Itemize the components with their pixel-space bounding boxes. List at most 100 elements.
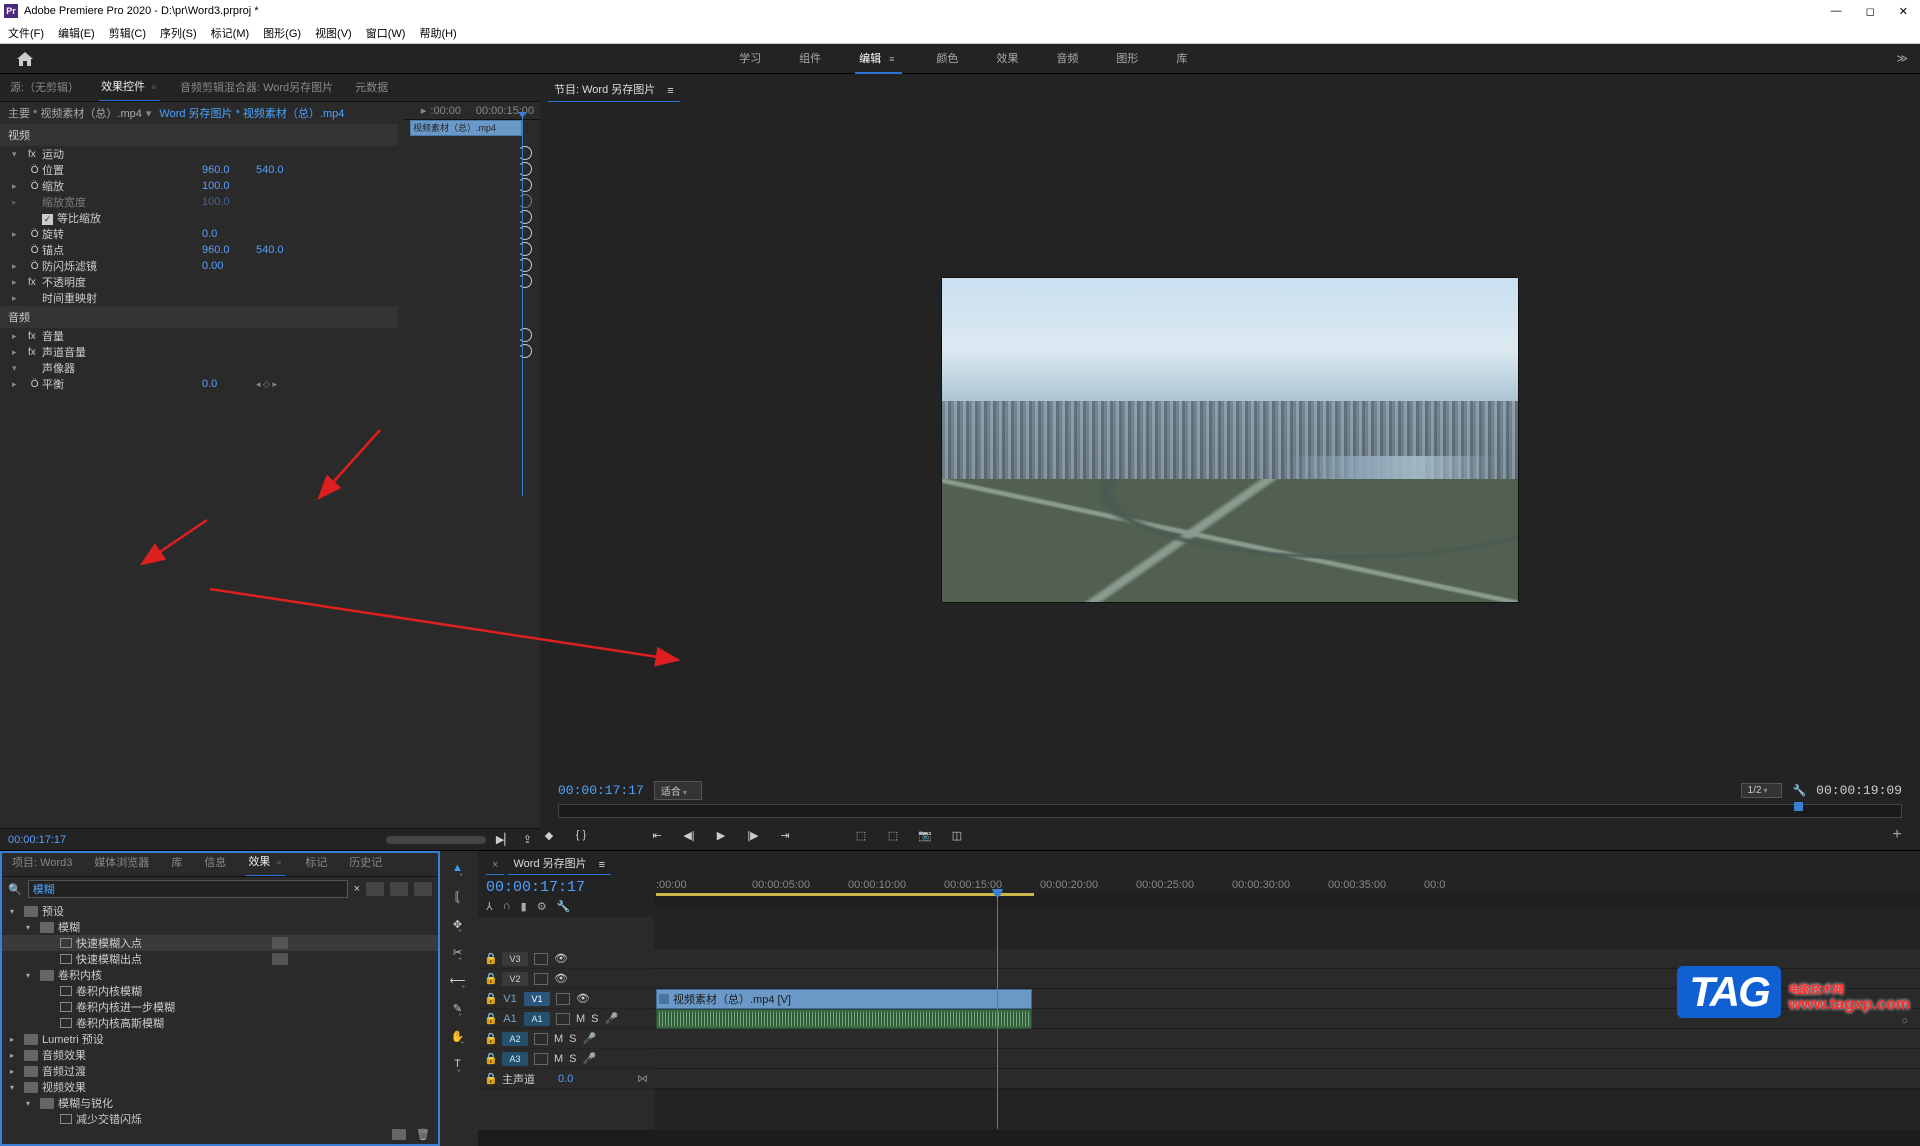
panel-tab[interactable]: 信息 xyxy=(202,850,228,876)
tool-button[interactable]: ✥▸ xyxy=(448,915,470,933)
panel-menu-icon[interactable]: ≡ xyxy=(593,856,611,875)
menu-item[interactable]: 文件(F) xyxy=(8,25,44,41)
lock-icon[interactable]: 🔒 xyxy=(484,1052,496,1065)
ec-channel-volume[interactable]: 声道音量 xyxy=(42,344,202,360)
32bit-filter-icon[interactable] xyxy=(390,882,408,896)
effects-preset[interactable]: 减少交错闪烁 xyxy=(2,1111,438,1124)
eye-icon[interactable]: 👁 xyxy=(576,992,588,1005)
lift-icon[interactable]: ⬚ xyxy=(852,829,870,842)
track-a3[interactable]: A3 xyxy=(502,1052,528,1066)
program-monitor[interactable] xyxy=(942,278,1518,602)
panel-menu-icon[interactable]: ≡ xyxy=(661,81,679,102)
tool-button[interactable]: ✋▸ xyxy=(448,1027,470,1045)
menu-item[interactable]: 帮助(H) xyxy=(419,25,456,41)
effects-preset[interactable]: 卷积内核进一步模糊 xyxy=(2,999,438,1015)
workspace-tab[interactable]: 学习 xyxy=(735,44,765,74)
zoom-bar[interactable] xyxy=(386,836,486,844)
clear-search-button[interactable]: × xyxy=(354,883,360,895)
menu-item[interactable]: 视图(V) xyxy=(315,25,352,41)
tool-button[interactable]: T▸ xyxy=(448,1055,470,1073)
step-back-icon[interactable]: ◀| xyxy=(680,829,698,842)
collapse-icon[interactable]: ⋈ xyxy=(637,1072,648,1085)
workspace-tab[interactable]: 库 xyxy=(1172,44,1191,74)
effects-folder[interactable]: ▸音频效果 xyxy=(2,1047,438,1063)
voice-icon[interactable]: 🎤 xyxy=(583,1052,597,1065)
sync-lock-icon[interactable] xyxy=(534,973,548,985)
ec-timeremap[interactable]: 时间重映射 xyxy=(42,290,202,306)
ec-balance-v[interactable]: 0.0 xyxy=(202,378,256,390)
ec-playhead[interactable] xyxy=(522,116,523,496)
voice-icon[interactable]: 🎤 xyxy=(605,1012,619,1025)
effects-preset[interactable]: 快速模糊出点 xyxy=(2,951,438,967)
panel-tab[interactable]: 项目: Word3 xyxy=(10,850,74,876)
workspace-tab[interactable]: 效果 xyxy=(992,44,1022,74)
ec-motion[interactable]: 运动 xyxy=(42,146,202,162)
go-to-in-icon[interactable]: ⇤ xyxy=(648,829,666,842)
effects-folder[interactable]: ▸音频过渡 xyxy=(2,1063,438,1079)
reset-button[interactable] xyxy=(518,344,532,358)
eye-icon[interactable]: 👁 xyxy=(554,952,566,965)
reset-button[interactable] xyxy=(518,146,532,163)
mute-button[interactable]: M xyxy=(554,1053,563,1065)
effects-folder[interactable]: ▾视频效果 xyxy=(2,1079,438,1095)
marker-icon[interactable]: ▮ xyxy=(521,900,527,913)
keyframe-nav[interactable]: ◂ ◇ ▸ xyxy=(256,379,277,390)
yuv-filter-icon[interactable] xyxy=(414,882,432,896)
lock-icon[interactable]: 🔒 xyxy=(484,1032,496,1045)
panel-tab[interactable]: 媒体浏览器 xyxy=(92,850,151,876)
ec-anchor[interactable]: 锚点 xyxy=(42,242,202,258)
effects-search-input[interactable] xyxy=(28,880,348,898)
menu-item[interactable]: 图形(G) xyxy=(263,25,301,41)
ec-scale[interactable]: 缩放 xyxy=(42,178,202,194)
panel-tab[interactable]: 效果 ≡ xyxy=(246,849,285,876)
reset-button[interactable] xyxy=(518,162,532,176)
menu-item[interactable]: 剪辑(C) xyxy=(109,25,146,41)
lock-icon[interactable]: 🔒 xyxy=(484,1012,496,1025)
reset-button[interactable] xyxy=(518,178,532,192)
effects-folder[interactable]: ▾模糊 xyxy=(2,919,438,935)
mute-button[interactable]: M xyxy=(576,1013,585,1025)
panel-tab[interactable]: 效果控件 ≡ xyxy=(99,74,160,101)
ec-anchor-x[interactable]: 960.0 xyxy=(202,244,256,256)
mark-in-icon[interactable]: ◆ xyxy=(540,829,558,842)
ec-antiflicker[interactable]: 防闪烁滤镜 xyxy=(42,258,202,274)
menu-item[interactable]: 标记(M) xyxy=(211,25,250,41)
settings-icon[interactable]: ⚙ xyxy=(537,900,547,913)
ec-scale-v[interactable]: 100.0 xyxy=(202,180,256,192)
panel-tab[interactable]: 源:（无剪辑） xyxy=(8,75,81,101)
reset-button[interactable] xyxy=(518,258,532,272)
timeline-ruler[interactable]: :00:0000:00:05:0000:00:10:0000:00:15:000… xyxy=(654,875,1920,917)
eye-icon[interactable]: 👁 xyxy=(554,972,566,985)
workspace-tab[interactable]: 图形 xyxy=(1112,44,1142,74)
fit-select[interactable]: 适合 xyxy=(654,781,702,800)
panel-tab[interactable]: 历史记 xyxy=(347,850,384,876)
reset-button[interactable] xyxy=(518,242,532,256)
uniform-scale-checkbox[interactable]: ✓ xyxy=(42,214,53,225)
reset-button[interactable] xyxy=(518,328,532,342)
tool-button[interactable]: ⟦▸ xyxy=(448,887,470,905)
tool-button[interactable]: ▲▸ xyxy=(448,859,470,877)
lock-icon[interactable]: 🔒 xyxy=(484,992,496,1005)
panel-tab[interactable]: 库 xyxy=(169,850,184,876)
tool-button[interactable]: ✎▸ xyxy=(448,999,470,1017)
extract-icon[interactable]: ⬚ xyxy=(884,829,902,842)
effect-controls-timeline[interactable]: ▸:00:0000:00:15:00 视频素材（总）.mp4 xyxy=(404,102,540,120)
panel-tab[interactable]: 标记 xyxy=(303,850,329,876)
program-title[interactable]: 节目: Word 另存图片 xyxy=(548,77,661,102)
track-a1[interactable]: A1 xyxy=(524,1012,550,1026)
sync-lock-icon[interactable] xyxy=(534,953,548,965)
ec-pos-y[interactable]: 540.0 xyxy=(256,164,310,176)
lock-icon[interactable]: 🔒 xyxy=(484,952,496,965)
effects-preset[interactable]: 快速模糊入点 xyxy=(2,935,438,951)
lock-icon[interactable]: 🔒 xyxy=(484,1072,496,1085)
lock-icon[interactable]: 🔒 xyxy=(484,972,496,985)
menu-item[interactable]: 序列(S) xyxy=(160,25,197,41)
track-master[interactable]: 主声道 xyxy=(502,1071,552,1087)
solo-button[interactable]: S xyxy=(591,1013,598,1025)
track-v1[interactable]: V1 xyxy=(524,992,550,1006)
ec-panner[interactable]: 声像器 xyxy=(42,360,202,376)
solo-button[interactable]: S xyxy=(569,1053,576,1065)
master-level[interactable]: 0.0 xyxy=(558,1073,573,1085)
close-button[interactable]: ✕ xyxy=(1899,5,1908,18)
ec-pos-x[interactable]: 960.0 xyxy=(202,164,256,176)
